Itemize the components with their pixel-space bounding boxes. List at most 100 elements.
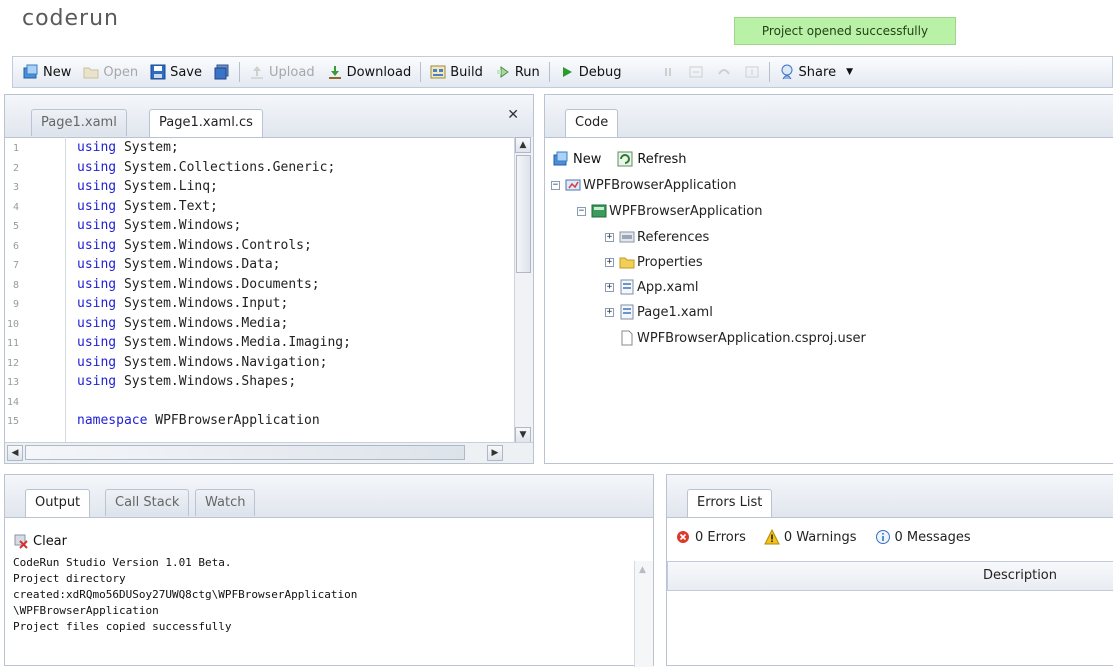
open-button[interactable]: Open [77, 60, 144, 84]
expand-icon[interactable]: + [605, 307, 614, 317]
download-label: Download [346, 64, 412, 80]
tree-label: References [637, 229, 710, 245]
editor-horizontal-scrollbar[interactable]: ◀ ▶ [5, 442, 533, 463]
errors-tab-bar: Errors List [667, 475, 1113, 518]
refresh-icon [617, 151, 633, 167]
info-icon [875, 529, 891, 545]
expand-icon[interactable]: + [605, 232, 614, 242]
tree-node-properties[interactable]: + Properties [605, 254, 703, 270]
code-line: using System.Windows.Shapes; [77, 374, 296, 389]
folder-icon [619, 254, 635, 270]
code-text: System.Collections.Generic; [116, 159, 336, 175]
share-label: Share [798, 64, 837, 80]
share-dropdown-icon[interactable]: ▼ [846, 67, 853, 77]
close-icon[interactable]: ✕ [507, 107, 519, 123]
scroll-up-arrow-icon[interactable]: ▲ [639, 565, 646, 575]
new-file-label: New [573, 151, 602, 167]
scroll-down-arrow-icon[interactable]: ▼ [515, 427, 531, 443]
run-button[interactable]: Run [489, 60, 546, 84]
tree-node-page1-xaml[interactable]: + Page1.xaml [605, 304, 713, 320]
clear-button[interactable]: Clear [13, 529, 67, 553]
step-over-button[interactable] [710, 60, 738, 84]
collapse-icon[interactable]: − [577, 206, 586, 216]
scroll-up-arrow-icon[interactable]: ▲ [515, 137, 531, 153]
code-line: namespace WPFBrowserApplication [77, 413, 320, 428]
code-line: using System.Windows.Media; [77, 316, 288, 331]
tab-call-stack[interactable]: Call Stack [105, 489, 190, 516]
scroll-left-arrow-icon[interactable]: ◀ [7, 445, 23, 461]
references-icon [619, 229, 635, 245]
errors-count: 0 Errors [695, 529, 746, 545]
keyword: using [77, 374, 117, 389]
tree-label: WPFBrowserApplication [583, 177, 737, 193]
tree-node-solution[interactable]: − WPFBrowserApplication [551, 177, 737, 193]
tab-page1-xaml[interactable]: Page1.xaml [31, 109, 127, 136]
save-button[interactable]: Save [144, 60, 208, 84]
tab-watch[interactable]: Watch [195, 489, 256, 516]
tree-node-project[interactable]: − WPFBrowserApplication [577, 203, 763, 219]
toolbar-separator [768, 62, 770, 82]
messages-filter[interactable]: 0 Messages [875, 529, 971, 545]
code-text-area[interactable]: using System; using System.Collections.Ge… [69, 137, 515, 443]
upload-button[interactable]: Upload [243, 60, 321, 84]
output-vertical-scrollbar[interactable]: ▲ [634, 561, 653, 667]
step-into-icon [688, 64, 704, 80]
main-toolbar: New Open Save Upload Download Build Run … [12, 56, 1113, 88]
new-button[interactable]: New [17, 60, 77, 84]
line-number: 4 [12, 201, 19, 213]
document-icon [619, 330, 635, 346]
expand-icon[interactable]: + [605, 257, 614, 267]
line-number: 13 [6, 377, 19, 388]
step-out-button[interactable] [738, 60, 766, 84]
code-text: System; [116, 140, 179, 155]
save-all-button[interactable] [208, 60, 236, 84]
output-log-text: CodeRun Studio Version 1.01 Beta. Projec… [13, 556, 358, 633]
tab-output[interactable]: Output [25, 489, 91, 517]
errors-filter[interactable]: 0 Errors [675, 529, 746, 545]
keyword: using [77, 315, 117, 331]
horizontal-scroll-thumb[interactable] [25, 445, 465, 460]
code-text: WPFBrowserApplication [147, 413, 320, 428]
warning-icon [764, 528, 780, 545]
column-description[interactable]: Description [983, 568, 1057, 583]
keyword: using [77, 335, 117, 350]
pause-button[interactable] [654, 60, 682, 84]
code-tab-bar: Code [545, 95, 1113, 138]
warnings-filter[interactable]: 0 Warnings [764, 528, 857, 545]
column-divider[interactable] [667, 562, 668, 590]
tree-label: WPFBrowserApplication [609, 203, 763, 219]
step-into-button[interactable] [682, 60, 710, 84]
line-number: 6 [12, 240, 19, 252]
tab-errors-list[interactable]: Errors List [687, 489, 773, 517]
pause-icon [660, 64, 676, 80]
code-text: System.Windows.Navigation; [116, 354, 328, 370]
code-explorer-panel: Code New Refresh − WPFBrowserApplication… [544, 94, 1113, 464]
scroll-right-arrow-icon[interactable]: ▶ [487, 445, 503, 461]
collapse-icon[interactable]: − [551, 180, 560, 190]
keyword: using [77, 140, 117, 155]
tab-page1-xaml-cs[interactable]: Page1.xaml.cs [149, 109, 263, 137]
keyword: using [77, 179, 117, 194]
refresh-button[interactable]: Refresh [617, 147, 686, 171]
code-text: System.Windows.Documents; [116, 276, 320, 292]
build-button[interactable]: Build [424, 60, 489, 84]
share-button[interactable]: Share ▼ [773, 60, 859, 84]
code-line: using System.Windows.Data; [77, 257, 281, 272]
tree-node-references[interactable]: + References [605, 229, 709, 245]
vertical-scroll-thumb[interactable] [516, 155, 531, 273]
tree-node-app-xaml[interactable]: + App.xaml [605, 279, 698, 295]
keyword: using [77, 237, 117, 253]
code-line: using System.Windows.Documents; [77, 277, 320, 292]
clear-label: Clear [33, 533, 67, 549]
new-file-button[interactable]: New [553, 147, 601, 171]
line-number: 15 [6, 416, 19, 427]
tree-node-csproj-user[interactable]: WPFBrowserApplication.csproj.user [619, 330, 866, 346]
download-button[interactable]: Download [321, 60, 418, 84]
debug-button[interactable]: Debug [553, 60, 628, 84]
error-icon [675, 529, 691, 545]
editor-vertical-scrollbar[interactable]: ▲ ▼ [514, 137, 533, 443]
expand-icon[interactable]: + [605, 282, 614, 292]
tab-code[interactable]: Code [565, 109, 619, 137]
keyword: using [77, 218, 117, 233]
code-line: using System.Windows.Controls; [77, 238, 312, 253]
